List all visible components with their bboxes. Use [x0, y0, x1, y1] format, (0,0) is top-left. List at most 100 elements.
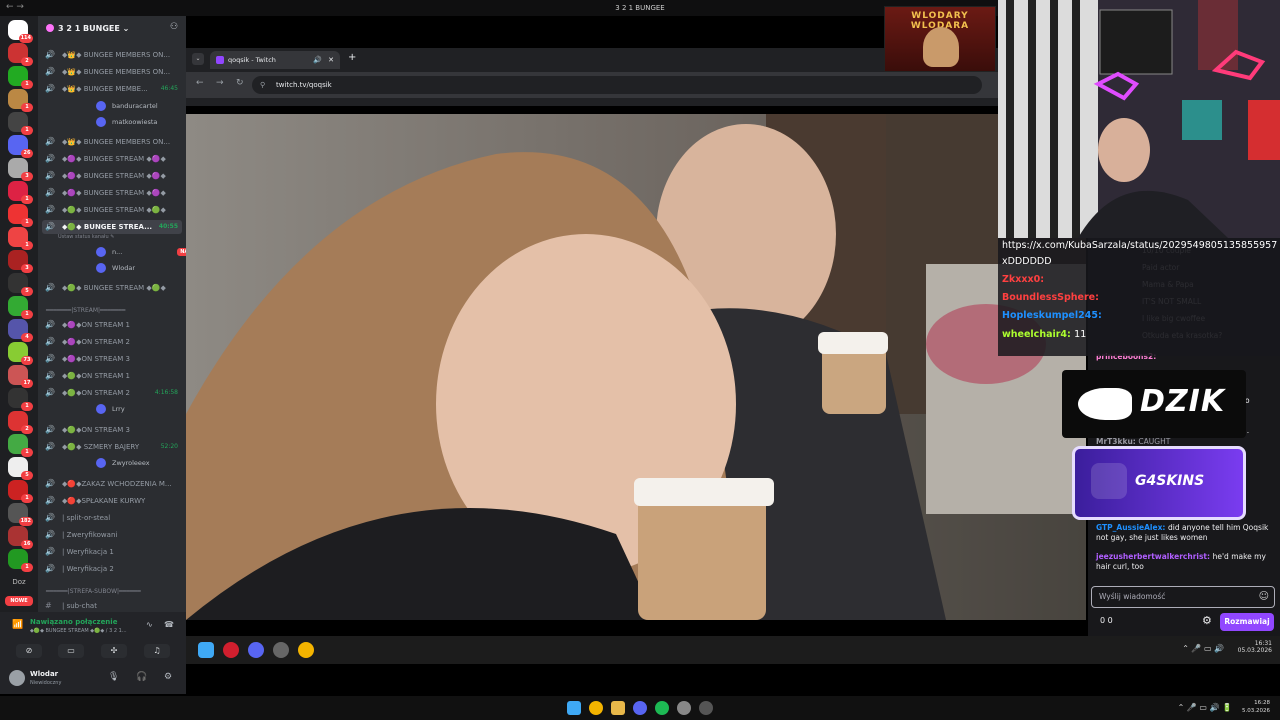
- forward-icon[interactable]: →: [216, 78, 224, 88]
- app-icon[interactable]: [273, 642, 289, 658]
- chat-settings-gear-icon[interactable]: ⚙: [1202, 614, 1212, 627]
- server-icon[interactable]: 1: [8, 89, 33, 112]
- rail-folder-label[interactable]: Doz: [0, 578, 38, 586]
- voice-channel[interactable]: 🔊 ◆🟢◆ON STREAM 2 4:16:58: [42, 386, 182, 400]
- server-icon[interactable]: 1: [8, 388, 33, 411]
- server-icon[interactable]: 17: [8, 365, 33, 388]
- stream-video[interactable]: [186, 114, 1086, 620]
- server-icon[interactable]: 1: [8, 434, 33, 457]
- voice-channel[interactable]: 🔊 ◆🔴◆ZAKAZ WCHODZENIA M...: [42, 477, 182, 491]
- server-icon[interactable]: 1: [8, 549, 33, 572]
- voice-user[interactable]: banduracartel: [96, 99, 186, 113]
- server-icon[interactable]: 3: [8, 250, 33, 273]
- voice-channel[interactable]: 🔊 ◆🟢◆ON STREAM 3: [42, 423, 182, 437]
- voice-channel[interactable]: 🔊 ◆🟢◆ SZMERY BAJERY 52:20: [42, 440, 182, 454]
- server-icon[interactable]: 16: [8, 526, 33, 549]
- add-member-icon[interactable]: ⚇: [170, 22, 178, 32]
- chat-username[interactable]: BoundlessSphere:: [1002, 292, 1099, 303]
- channel-status-hint[interactable]: Ustaw status kanału ✎: [58, 234, 114, 240]
- g4skins-sponsor-banner[interactable]: G4SKINS: [1072, 446, 1246, 520]
- avatar[interactable]: [9, 670, 25, 686]
- voice-channel[interactable]: 🔊 | Zweryfikowani: [42, 528, 182, 542]
- tab-search-button[interactable]: ⌄: [192, 53, 204, 65]
- server-icon[interactable]: 5: [8, 457, 33, 480]
- chat-username[interactable]: jeezusherbertwalkerchrist:: [1096, 552, 1213, 561]
- chat-username[interactable]: Hopleskumpel245:: [1002, 310, 1102, 321]
- host-clock[interactable]: 16:28 5.03.2026: [1242, 699, 1270, 715]
- server-icon[interactable]: 2: [8, 43, 33, 66]
- mic-icon[interactable]: 🎙: [108, 672, 119, 682]
- emote-picker-icon[interactable]: ☺: [1259, 587, 1269, 607]
- voice-channel[interactable]: 🔊 ◆🟣◆ BUNGEE STREAM ◆🟣◆: [42, 152, 182, 166]
- server-icon[interactable]: 1: [8, 480, 33, 503]
- overlay-url-line[interactable]: https://x.com/KubaSarzala/status/2029549…: [1002, 240, 1277, 251]
- category-strefa-subow[interactable]: ━━━━━━|STREFA-SUBOW|━━━━━━: [42, 588, 178, 595]
- voice-user[interactable]: Lrry: [96, 402, 186, 416]
- chat-username[interactable]: wheelchair4:: [1002, 329, 1074, 340]
- obs-icon[interactable]: [677, 701, 691, 715]
- voice-channel[interactable]: 🔊 ◆🟣◆ON STREAM 1: [42, 318, 182, 332]
- voice-channel[interactable]: 🔊 ◆🟢◆ BUNGEE STREA... 40:55: [42, 220, 182, 234]
- settings-gear-icon[interactable]: ⚙: [164, 672, 172, 682]
- voice-channel[interactable]: 🔊 | split-or-steal: [42, 511, 182, 525]
- camera-off-button[interactable]: ⊘: [16, 644, 42, 658]
- noise-icon[interactable]: ∿: [146, 620, 153, 629]
- inner-clock[interactable]: 16:31 05.03.2026: [1238, 640, 1272, 654]
- discord-icon[interactable]: [248, 642, 264, 658]
- voice-user[interactable]: n... NA ŻYWO: [96, 245, 186, 259]
- soundboard-button[interactable]: ♫: [144, 644, 170, 658]
- disconnect-icon[interactable]: ☎: [164, 620, 174, 629]
- server-icon[interactable]: 3: [8, 158, 33, 181]
- voice-channel[interactable]: 🔊 ◆🟣◆ON STREAM 2: [42, 335, 182, 349]
- voice-channel[interactable]: 🔊 ◆👑◆ BUNGEE MEMBE... 46:45: [42, 82, 182, 96]
- server-icon[interactable]: 1: [8, 112, 33, 135]
- voice-channel[interactable]: 🔊 ◆🟢◆ON STREAM 1: [42, 369, 182, 383]
- voice-channel[interactable]: 🔊 ◆🟢◆ BUNGEE STREAM ◆🟢◆: [42, 203, 182, 217]
- channel-points[interactable]: 0 0: [1100, 616, 1113, 625]
- voice-user[interactable]: matkoowiesta: [96, 115, 186, 129]
- tab-twitch[interactable]: qoqsik - Twitch 🔊 ✕: [210, 51, 340, 69]
- server-icon[interactable]: 2: [8, 411, 33, 434]
- text-channel-sub-chat[interactable]: # | sub-chat: [42, 599, 182, 613]
- headphones-icon[interactable]: 🎧: [136, 672, 147, 682]
- voice-user[interactable]: Wlodar: [96, 261, 186, 275]
- server-icon[interactable]: 1: [8, 204, 33, 227]
- chrome-taskbar-icon[interactable]: [589, 701, 603, 715]
- address-bar[interactable]: ⚲ twitch.tv/qoqsik: [252, 76, 982, 94]
- voice-channel[interactable]: 🔊 ◆👑◆ BUNGEE MEMBERS ON...: [42, 65, 182, 79]
- inner-tray-icons[interactable]: ⌃ 🎤 ▭ 🔊: [1182, 644, 1224, 653]
- dzik-sponsor-banner[interactable]: DZIK: [1062, 370, 1246, 438]
- activities-button[interactable]: ✣: [101, 644, 127, 658]
- server-icon[interactable]: 114: [8, 20, 33, 43]
- chrome-icon[interactable]: [298, 642, 314, 658]
- server-icon[interactable]: 4: [8, 319, 33, 342]
- voice-status[interactable]: Nawiązano połączenie: [30, 618, 117, 626]
- voice-channel[interactable]: 🔊 ◆🟢◆ BUNGEE STREAM ◆🟢◆: [42, 281, 182, 295]
- voice-channel[interactable]: 🔊 ◆🟣◆ BUNGEE STREAM ◆🟣◆: [42, 186, 182, 200]
- new-tab-button[interactable]: +: [348, 52, 356, 63]
- site-info-icon[interactable]: ⚲: [260, 76, 265, 94]
- tab-audio-icon[interactable]: 🔊: [313, 51, 322, 69]
- voice-channel[interactable]: 🔊 ◆👑◆ BUNGEE MEMBERS ON...: [42, 135, 182, 149]
- server-icon[interactable]: 1: [8, 227, 33, 250]
- opera-icon[interactable]: [223, 642, 239, 658]
- voice-channel[interactable]: 🔊 ◆🟣◆ BUNGEE STREAM ◆🟣◆: [42, 169, 182, 183]
- tray-icons[interactable]: ⌃ 🎤 ▭ 🔊 🔋: [1178, 703, 1232, 712]
- server-icon[interactable]: 5: [8, 273, 33, 296]
- server-icon[interactable]: 1: [8, 66, 33, 89]
- chat-input[interactable]: Wyślij wiadomość ☺: [1091, 586, 1275, 608]
- app2-icon[interactable]: [699, 701, 713, 715]
- voice-channel[interactable]: 🔊 ◆🟣◆ON STREAM 3: [42, 352, 182, 366]
- file-explorer-icon[interactable]: [611, 701, 625, 715]
- server-name[interactable]: 3 2 1 BUNGEE ⌄: [38, 16, 186, 40]
- reload-icon[interactable]: ↻: [236, 78, 244, 88]
- voice-user[interactable]: Zwyroleeex: [96, 456, 186, 470]
- screen-share-button[interactable]: ▭: [58, 644, 84, 658]
- category-stream[interactable]: ━━━━━━━|STREAM|━━━━━━━: [42, 307, 178, 314]
- voice-channel[interactable]: 🔊 | Weryfikacja 2: [42, 562, 182, 576]
- start-icon[interactable]: [198, 642, 214, 658]
- tab-close-icon[interactable]: ✕: [328, 51, 334, 69]
- server-icon[interactable]: 1: [8, 296, 33, 319]
- voice-channel[interactable]: 🔊 | Weryfikacja 1: [42, 545, 182, 559]
- windows-start-icon[interactable]: [567, 701, 581, 715]
